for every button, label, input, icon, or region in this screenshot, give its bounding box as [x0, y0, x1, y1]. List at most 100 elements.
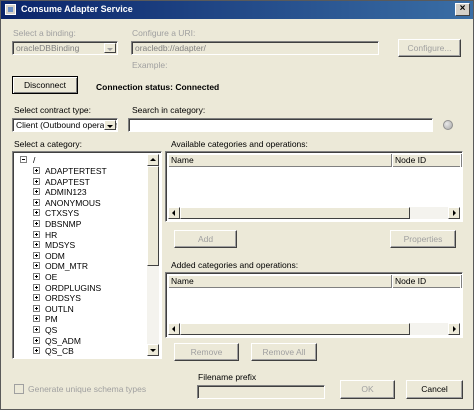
uri-label: Configure a URI:	[132, 28, 196, 38]
search-label: Search in category:	[132, 105, 206, 115]
expand-icon[interactable]	[33, 167, 40, 174]
uri-value: oracledb://adapter/	[135, 43, 206, 53]
category-tree[interactable]: / ADAPTERTEST ADAPTEST ADMIN123 ANONYMOUS CT…	[12, 151, 162, 359]
added-scroll-thumb[interactable]	[180, 323, 410, 335]
category-tree-body: / ADAPTERTEST ADAPTEST ADMIN123 ANONYMOUS CT…	[15, 154, 149, 356]
tree-item-label: PM	[45, 314, 58, 325]
tree-item-label: ODM	[45, 250, 65, 261]
consume-adapter-service-dialog: Consume Adapter Service × Select a bindi…	[0, 0, 474, 410]
binding-value: oracleDBBinding	[16, 43, 80, 53]
scroll-up-icon[interactable]	[147, 154, 159, 166]
connection-status: Connection status: Connected	[96, 82, 220, 92]
remove-button[interactable]: Remove	[174, 343, 239, 361]
collapse-icon[interactable]	[20, 156, 27, 163]
tree-item-label: ORDSYS	[45, 293, 81, 304]
remove-all-button-label: Remove All	[262, 347, 306, 357]
disconnect-button[interactable]: Disconnect	[12, 76, 78, 94]
expand-icon[interactable]	[33, 336, 40, 344]
expand-icon[interactable]	[33, 273, 40, 280]
expand-icon[interactable]	[33, 198, 40, 206]
scroll-down-icon[interactable]	[147, 344, 159, 356]
expand-icon[interactable]	[33, 283, 40, 291]
available-col-name[interactable]: Name	[168, 154, 392, 167]
expand-icon[interactable]	[33, 347, 40, 355]
added-col-nodeid[interactable]: Node ID	[392, 275, 462, 288]
expand-icon[interactable]	[33, 262, 40, 270]
generate-unique-label: Generate unique schema types	[28, 384, 147, 394]
added-header: Name Node ID	[168, 275, 462, 288]
filename-prefix-input[interactable]	[197, 385, 325, 399]
title-bar[interactable]: Consume Adapter Service ×	[1, 1, 473, 19]
app-icon	[5, 4, 16, 15]
search-go-icon[interactable]	[443, 120, 453, 130]
contract-dropdown-icon[interactable]	[104, 120, 116, 130]
tree-item-label: MDSYS	[45, 240, 76, 251]
category-scroll-thumb[interactable]	[147, 166, 159, 266]
category-vscrollbar[interactable]	[147, 154, 159, 356]
properties-button[interactable]: Properties	[390, 230, 456, 248]
properties-button-label: Properties	[403, 234, 443, 244]
disconnect-button-label: Disconnect	[23, 80, 67, 90]
tree-item-label: OE	[45, 272, 58, 282]
add-button-label: Add	[197, 234, 214, 244]
contract-type-value: Client (Outbound operations)	[16, 120, 118, 130]
expand-icon[interactable]	[33, 294, 40, 302]
tree-item-label: OUTLN	[45, 303, 74, 314]
available-list[interactable]: Name Node ID	[165, 151, 463, 222]
scroll-left-icon[interactable]	[168, 323, 180, 335]
expand-icon[interactable]	[33, 177, 40, 185]
expand-icon[interactable]	[33, 304, 40, 312]
expand-icon[interactable]	[33, 241, 40, 249]
tree-item-label: ORDPLUGINS	[45, 282, 102, 293]
binding-label: Select a binding:	[13, 28, 76, 38]
tree-item-label: DBSNMP	[45, 219, 82, 229]
scroll-right-icon[interactable]	[448, 323, 460, 335]
expand-icon[interactable]	[33, 188, 40, 196]
tree-item-label: ADAPTEST	[45, 176, 90, 187]
remove-all-button[interactable]: Remove All	[251, 343, 317, 361]
added-label: Added categories and operations:	[171, 260, 299, 270]
generate-unique-checkbox[interactable]	[14, 384, 24, 394]
tree-item-label: QS	[45, 325, 58, 335]
binding-dropdown-icon[interactable]	[104, 43, 116, 53]
available-header: Name Node ID	[168, 154, 462, 167]
remove-button-label: Remove	[190, 347, 223, 357]
available-scroll-thumb[interactable]	[180, 207, 410, 219]
expand-icon[interactable]	[33, 220, 40, 227]
close-button[interactable]: ×	[455, 3, 470, 16]
ok-button[interactable]: OK	[340, 380, 395, 399]
uri-input[interactable]: oracledb://adapter/	[131, 41, 379, 55]
cancel-button[interactable]: Cancel	[406, 380, 463, 399]
search-input[interactable]	[128, 118, 433, 132]
tree-item-label: ADMIN123	[45, 187, 87, 198]
expand-icon[interactable]	[33, 230, 40, 238]
expand-icon[interactable]	[33, 251, 40, 259]
configure-button[interactable]: Configure...	[398, 39, 461, 57]
available-label: Available categories and operations:	[171, 139, 308, 149]
cancel-button-label: Cancel	[421, 384, 448, 394]
tree-item-label: ANONYMOUS	[45, 197, 101, 208]
filename-prefix-label: Filename prefix	[198, 372, 257, 382]
binding-select[interactable]: oracleDBBinding	[12, 41, 118, 55]
available-col-nodeid[interactable]: Node ID	[392, 154, 462, 167]
added-col-name[interactable]: Name	[168, 275, 392, 288]
ok-button-label: OK	[361, 384, 374, 394]
tree-item-label: QS_CB	[45, 346, 74, 356]
add-button[interactable]: Add	[174, 230, 237, 248]
expand-icon[interactable]	[33, 209, 40, 217]
added-list[interactable]: Name Node ID	[165, 272, 463, 338]
tree-item-label: ODM_MTR	[45, 261, 88, 272]
added-hscrollbar[interactable]	[168, 323, 460, 335]
tree-item-label: QS_ADM	[45, 335, 81, 346]
tree-item-label: HR	[45, 229, 58, 240]
available-hscrollbar[interactable]	[168, 207, 460, 219]
uri-example-label: Example:	[132, 60, 168, 70]
scroll-left-icon[interactable]	[168, 207, 180, 219]
configure-button-label: Configure...	[407, 43, 452, 53]
expand-icon[interactable]	[33, 326, 40, 333]
close-icon: ×	[459, 3, 466, 14]
expand-icon[interactable]	[33, 315, 40, 323]
window-title: Consume Adapter Service	[21, 4, 133, 14]
contract-type-select[interactable]: Client (Outbound operations)	[12, 118, 118, 132]
scroll-right-icon[interactable]	[448, 207, 460, 219]
